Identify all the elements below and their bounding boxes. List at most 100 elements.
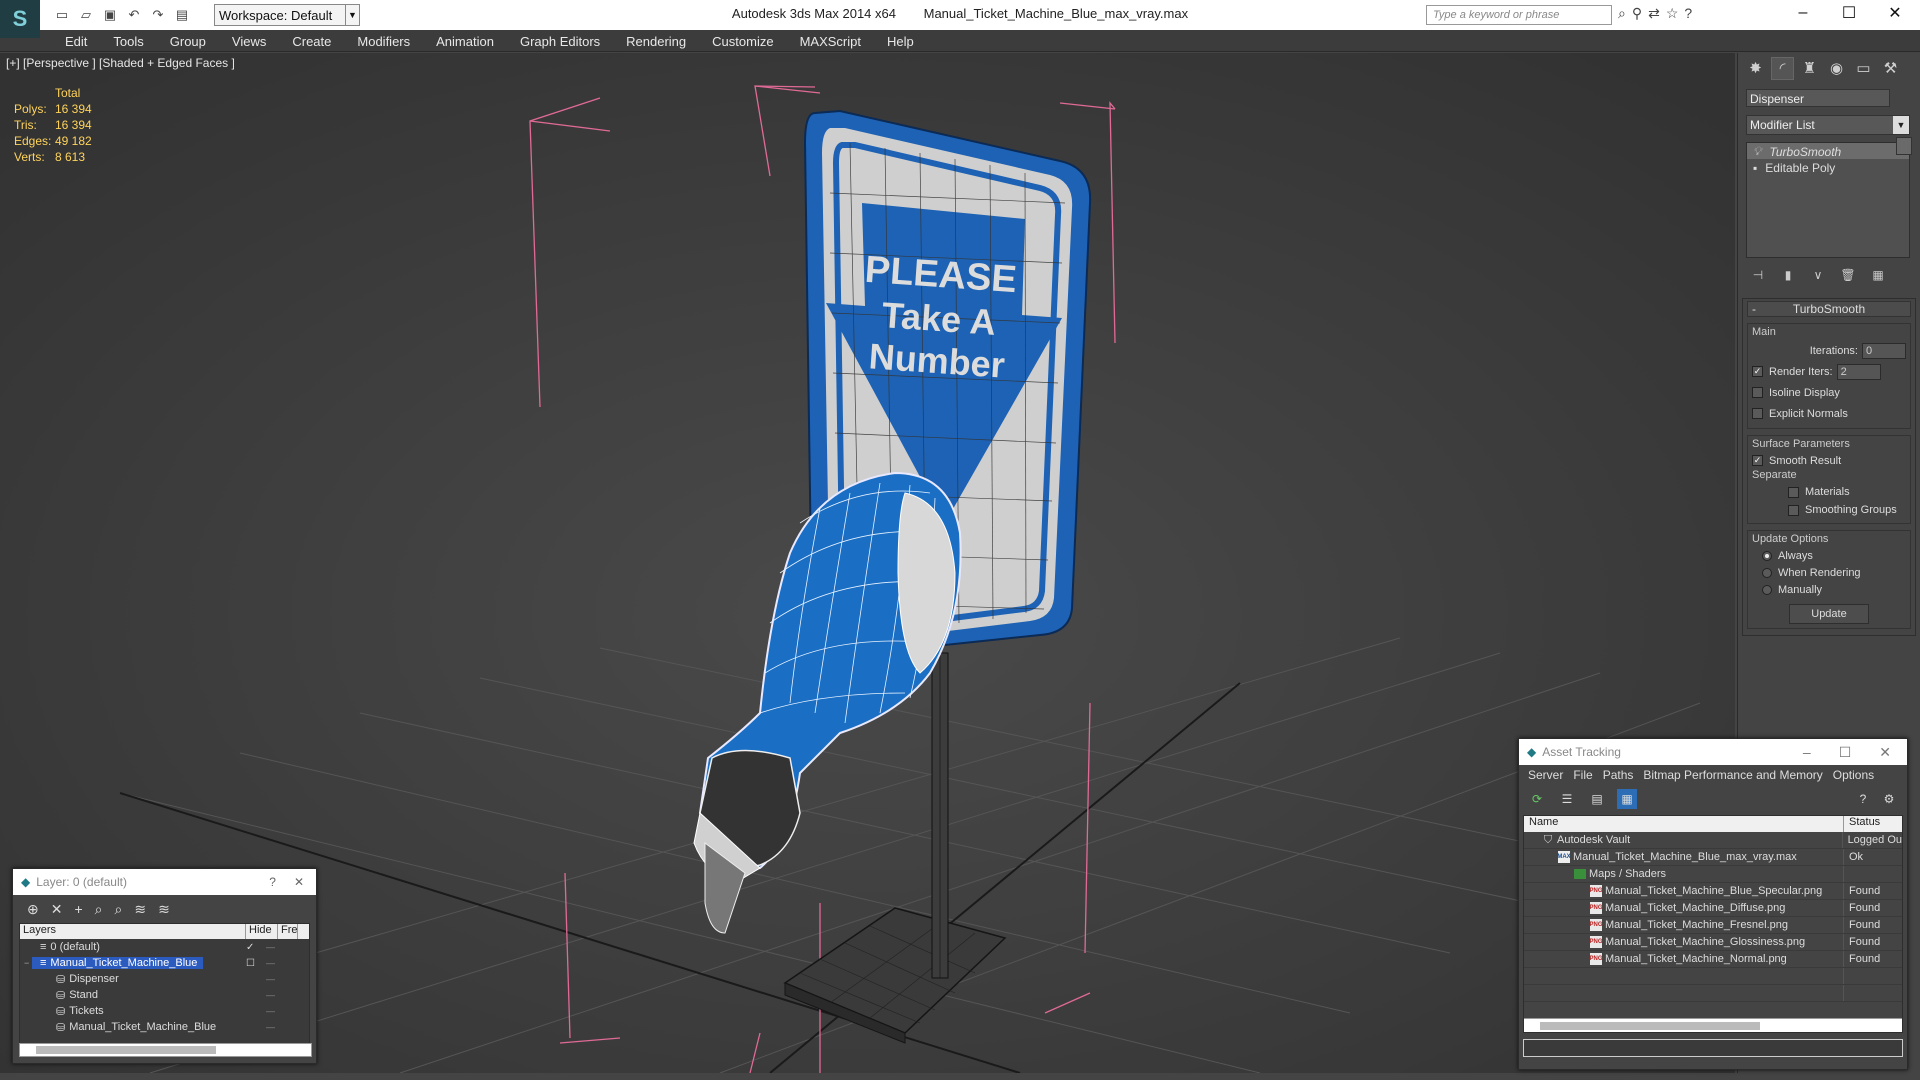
configure-sets-icon[interactable]: ▦ xyxy=(1870,267,1886,283)
manually-radio[interactable] xyxy=(1762,584,1772,595)
set-current-layer-icon[interactable]: ≋ xyxy=(134,901,146,918)
object-color-swatch[interactable] xyxy=(1896,137,1912,155)
asset-row[interactable]: PNG Manual_Ticket_Machine_Normal.png Found xyxy=(1524,951,1902,968)
update-button[interactable]: Update xyxy=(1789,604,1869,624)
asset-row[interactable]: ⛉ Autodesk Vault Logged Ou xyxy=(1524,832,1902,849)
explicit-normals-checkbox[interactable] xyxy=(1752,408,1763,419)
settings-icon[interactable]: ⚙ xyxy=(1879,789,1899,809)
minimize-button[interactable]: – xyxy=(1803,744,1811,761)
hide-toggle[interactable]: — xyxy=(266,1022,275,1032)
col-hide[interactable]: Hide xyxy=(246,924,278,939)
asset-row[interactable]: PNG Manual_Ticket_Machine_Fresnel.png Foun… xyxy=(1524,917,1902,934)
close-button[interactable]: ✕ xyxy=(1872,0,1918,26)
hierarchy-tab-icon[interactable]: ♜ xyxy=(1798,57,1821,80)
layer-horizontal-scrollbar[interactable] xyxy=(19,1043,312,1057)
object-row-tickets[interactable]: ⛁ Tickets — xyxy=(20,1003,309,1019)
isoline-checkbox[interactable] xyxy=(1752,387,1763,398)
asset-row[interactable]: Maps / Shaders xyxy=(1524,866,1902,883)
minimize-button[interactable]: – xyxy=(1780,0,1826,26)
col-freeze[interactable]: Fre xyxy=(278,924,298,939)
modifier-list-dropdown[interactable]: Modifier List ▼ xyxy=(1746,115,1910,135)
hide-toggle[interactable]: — xyxy=(266,990,275,1000)
menu-paths[interactable]: Paths xyxy=(1598,768,1639,782)
undo-icon[interactable]: ↶ xyxy=(124,5,144,25)
close-button[interactable]: ✕ xyxy=(1879,744,1891,761)
materials-checkbox[interactable] xyxy=(1788,486,1799,498)
layer-row-default[interactable]: ≡ 0 (default) ✓ — xyxy=(20,939,309,955)
hide-toggle[interactable]: — xyxy=(266,942,275,952)
menu-create[interactable]: Create xyxy=(279,30,344,51)
col-status[interactable]: Status xyxy=(1844,816,1880,832)
object-row-manual-ticket-machine[interactable]: ⛁ Manual_Ticket_Machine_Blue — xyxy=(20,1019,309,1035)
show-end-result-icon[interactable]: ▮ xyxy=(1780,267,1796,283)
stack-item-turbosmooth[interactable]: 💡︎ TurboSmooth xyxy=(1747,143,1909,159)
stack-item-editable-poly[interactable]: ▪ Editable Poly xyxy=(1747,159,1909,175)
lightbulb-icon[interactable]: 💡︎ xyxy=(1753,144,1761,159)
project-folder-icon[interactable]: ▤ xyxy=(172,5,192,25)
menu-help[interactable]: Help xyxy=(874,30,927,51)
col-layers[interactable]: Layers xyxy=(20,924,246,939)
asset-row[interactable]: PNG Manual_Ticket_Machine_Blue_Specular.p… xyxy=(1524,883,1902,900)
new-layer-icon[interactable]: ⊕ xyxy=(27,901,39,918)
asset-tracking-titlebar[interactable]: ◆ Asset Tracking – ☐ ✕ xyxy=(1519,739,1907,765)
menu-tools[interactable]: Tools xyxy=(100,30,156,51)
render-iters-checkbox[interactable]: ✓ xyxy=(1752,366,1763,377)
always-radio[interactable] xyxy=(1762,550,1772,561)
smooth-result-checkbox[interactable]: ✓ xyxy=(1752,455,1763,466)
asset-row[interactable]: PNG Manual_Ticket_Machine_Glossiness.png F… xyxy=(1524,934,1902,951)
hide-toggle[interactable]: — xyxy=(266,958,275,968)
layer-row-manual-ticket-machine[interactable]: − ≡ Manual_Ticket_Machine_Blue ☐ — xyxy=(20,955,309,971)
menu-maxscript[interactable]: MAXScript xyxy=(787,30,874,51)
search-input[interactable]: Type a keyword or phrase xyxy=(1426,5,1612,25)
close-icon[interactable]: ✕ xyxy=(294,875,304,889)
hide-toggle[interactable]: — xyxy=(266,1006,275,1016)
when-rendering-radio[interactable] xyxy=(1762,567,1772,578)
delete-layer-icon[interactable]: ✕ xyxy=(51,901,63,918)
rollout-header[interactable]: - TurboSmooth xyxy=(1747,301,1911,317)
layer-properties-icon[interactable]: ≋ xyxy=(158,901,170,918)
list-view-icon[interactable]: ☰ xyxy=(1557,789,1577,809)
asset-row[interactable]: PNG Manual_Ticket_Machine_Diffuse.png Foun… xyxy=(1524,900,1902,917)
menu-rendering[interactable]: Rendering xyxy=(613,30,699,51)
help-icon[interactable]: ? xyxy=(1853,789,1873,809)
help-button[interactable]: ? xyxy=(269,875,276,889)
hide-toggle[interactable]: — xyxy=(266,974,275,984)
menu-animation[interactable]: Animation xyxy=(423,30,507,51)
maximize-button[interactable]: ☐ xyxy=(1839,744,1852,761)
menu-edit[interactable]: Edit xyxy=(52,30,100,51)
menu-options[interactable]: Options xyxy=(1828,768,1879,782)
object-name-field[interactable]: Dispenser xyxy=(1746,89,1890,107)
app-logo[interactable]: S xyxy=(0,0,40,38)
menu-group[interactable]: Group xyxy=(157,30,219,51)
col-name[interactable]: Name xyxy=(1524,816,1844,832)
menu-server[interactable]: Server xyxy=(1523,768,1568,782)
refresh-icon[interactable]: ⟳ xyxy=(1527,789,1547,809)
display-tab-icon[interactable]: ▭ xyxy=(1852,57,1875,80)
menu-graph-editors[interactable]: Graph Editors xyxy=(507,30,613,51)
object-row-dispenser[interactable]: ⛁ Dispenser — xyxy=(20,971,309,987)
render-iters-spinner[interactable]: 2 xyxy=(1836,363,1881,380)
star-icon[interactable]: ☆ xyxy=(1666,5,1679,22)
key-icon[interactable]: ⚲ xyxy=(1632,5,1642,22)
make-unique-icon[interactable]: ∨ xyxy=(1810,267,1826,283)
menu-customize[interactable]: Customize xyxy=(699,30,786,51)
utilities-tab-icon[interactable]: ⚒ xyxy=(1879,57,1902,80)
select-layer-icon[interactable]: ⌕ xyxy=(115,901,123,918)
asset-horizontal-scrollbar[interactable] xyxy=(1524,1018,1902,1032)
expand-icon[interactable]: ▪ xyxy=(1753,161,1757,175)
object-row-stand[interactable]: ⛁ Stand — xyxy=(20,987,309,1003)
new-file-icon[interactable]: ▭ xyxy=(52,5,72,25)
motion-tab-icon[interactable]: ◉ xyxy=(1825,57,1848,80)
scrollbar-thumb[interactable] xyxy=(1540,1022,1760,1030)
redo-icon[interactable]: ↷ xyxy=(148,5,168,25)
save-icon[interactable]: ▣ xyxy=(100,5,120,25)
iterations-spinner[interactable]: 0 xyxy=(1862,342,1906,359)
open-file-icon[interactable]: ▱ xyxy=(76,5,96,25)
smoothing-groups-checkbox[interactable] xyxy=(1788,504,1799,516)
asset-row[interactable]: MAX Manual_Ticket_Machine_Blue_max_vray.m… xyxy=(1524,849,1902,866)
exchange-icon[interactable]: ⇄ xyxy=(1648,5,1660,22)
binoculars-icon[interactable]: ⌕ xyxy=(1618,5,1626,22)
menu-file[interactable]: File xyxy=(1568,768,1597,782)
create-tab-icon[interactable]: ✸ xyxy=(1744,57,1767,80)
workspace-dropdown[interactable]: Workspace: Default ▼ xyxy=(214,4,360,26)
